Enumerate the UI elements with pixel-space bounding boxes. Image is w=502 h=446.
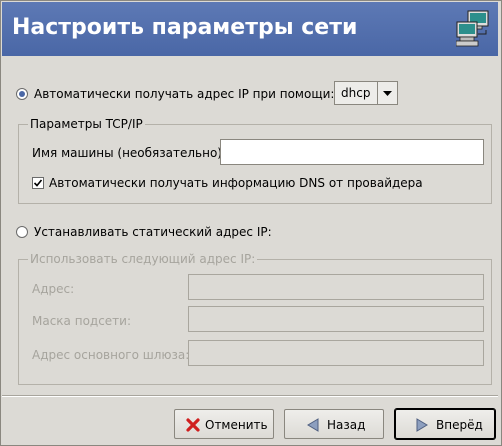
back-button[interactable]: Назад — [284, 409, 384, 439]
checkmark-icon — [33, 179, 43, 187]
ip-method-value: dhcp — [341, 86, 371, 100]
static-ip-radio[interactable] — [16, 226, 28, 238]
next-button[interactable]: Вперёд — [394, 408, 496, 440]
hostname-label: Имя машины (необязательно): — [32, 146, 227, 160]
subnet-mask-input[interactable] — [188, 306, 484, 332]
cancel-button[interactable]: Отменить — [174, 409, 274, 439]
address-input[interactable] — [188, 274, 484, 300]
tcp-ip-group-title: Параметры TCP/IP — [28, 117, 145, 131]
network-computers-icon — [456, 10, 489, 47]
subnet-mask-label: Маска подсети: — [32, 314, 132, 328]
static-ip-group-title: Использовать следующий адрес IP: — [28, 252, 258, 266]
left-arrow-icon — [307, 418, 319, 432]
auto-ip-label[interactable]: Автоматически получать адрес IP при помо… — [34, 87, 334, 101]
page-title: Настроить параметры сети — [12, 15, 358, 40]
dns-auto-label[interactable]: Автоматически получать информацию DNS от… — [49, 176, 423, 190]
auto-ip-radio[interactable] — [16, 88, 28, 100]
static-ip-label[interactable]: Устанавливать статический адрес IP: — [34, 225, 272, 239]
ip-method-dropdown[interactable]: dhcp — [334, 81, 398, 105]
dns-auto-checkbox[interactable] — [32, 177, 44, 189]
gateway-input[interactable] — [188, 340, 484, 366]
cancel-button-label: Отменить — [205, 418, 268, 432]
red-x-icon — [186, 418, 200, 432]
next-button-label: Вперёд — [436, 418, 483, 432]
dropdown-arrow[interactable] — [377, 82, 397, 104]
back-button-label: Назад — [327, 418, 366, 432]
right-arrow-icon — [416, 418, 428, 432]
hostname-input[interactable] — [220, 139, 484, 165]
gateway-label: Адрес основного шлюза: — [32, 348, 190, 362]
chevron-down-icon — [383, 91, 392, 96]
header-banner: Настроить параметры сети — [2, 2, 498, 56]
address-label: Адрес: — [32, 282, 75, 296]
button-divider — [2, 395, 498, 397]
